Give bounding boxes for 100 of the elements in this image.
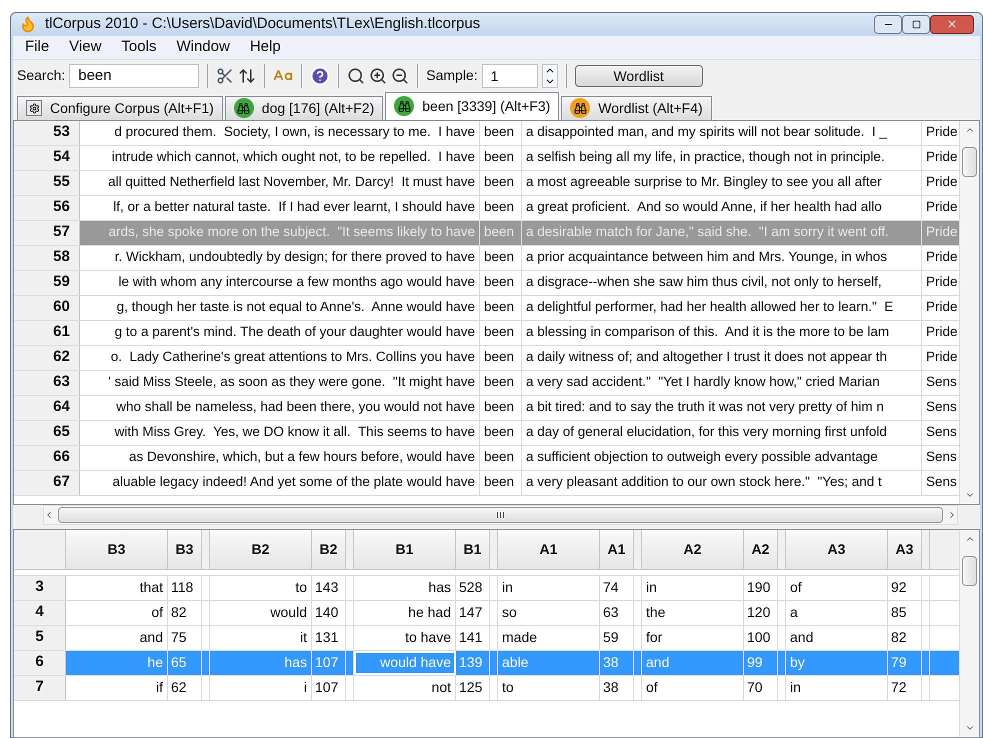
maximize-button[interactable] (902, 14, 930, 34)
collocation-row[interactable]: 3 that 118 to 143 has 528 in 74 in 190 of 92 (14, 576, 959, 600)
scroll-thumb[interactable] (58, 506, 943, 522)
count-cell: 63 (600, 600, 634, 624)
left-context-cell: ' said Miss Steele, as soon as they were gone. "It might have (80, 370, 480, 394)
word-cell: would (210, 600, 312, 624)
tab[interactable]: been [3339] (Alt+F3) (385, 92, 560, 120)
source-cell-text: Sens (925, 373, 958, 392)
word-cell: and (66, 626, 168, 650)
left-context-cell: with Miss Grey. Yes, we DO know it all. This seems to have (80, 420, 480, 444)
horizontal-scrollbar[interactable] (43, 504, 958, 524)
right-context-cell: a bit tired: and to say the truth it was not very pretty of him n (522, 396, 922, 420)
concordance-row[interactable]: 59 le with whom any intercourse a few months ago would have been a disgrace--when she saw him thus civil, not only to herself, Pride (14, 270, 959, 296)
concordance-row[interactable]: 58 r. Wickham, undoubtedly by design; for there proved to have been a prior acquaintance between him and Mrs. Younge, in whos Pride (14, 246, 959, 270)
sample-label: Sample: (426, 66, 478, 85)
concordance-row[interactable]: 53 d procured them. Society, I own, is necessary to me. I have been a disappointed man, and my spirits will not bear solitude. I _ Pride (14, 120, 959, 146)
concordance-row[interactable]: 62 o. Lady Catherine's great attentions to Mrs. Collins you have been a daily witness of; and altogether I trust it does not appear th Pride (14, 346, 959, 370)
concordance-row[interactable]: 57 ards, she spoke more on the subject. "It seems likely to have been a desirable match for Jane," said she. "I am sorry it went off. Pride (14, 220, 959, 246)
help-icon[interactable] (310, 66, 330, 86)
menu-item[interactable]: Help (242, 36, 289, 58)
scissors-icon[interactable] (216, 66, 234, 84)
column-header[interactable]: B2 (210, 530, 312, 568)
column-header[interactable]: A2 (642, 530, 744, 568)
row-number: 63 (44, 370, 80, 394)
source-cell-text: Sens (925, 423, 958, 442)
count-cell: 125 (456, 676, 490, 700)
row-number: 3 (14, 576, 66, 600)
column-header[interactable]: A3 (888, 530, 922, 568)
collocation-row[interactable]: 6 he 65 has 107 would have 139 able 38 and 99 by 79 (14, 650, 959, 676)
row-number: 59 (44, 270, 80, 294)
menu-item[interactable]: Tools (113, 36, 164, 58)
search-icon[interactable] (347, 66, 366, 84)
up-down-arrows-icon[interactable] (238, 66, 256, 84)
menu-item[interactable]: File (17, 36, 58, 58)
zoom-in-icon[interactable] (369, 66, 388, 84)
scroll-thumb[interactable] (962, 146, 977, 176)
concordance-row[interactable]: 56 lf, or a better natural taste. If I had ever learnt, I should have been a great proficient. And so would Anne, if her health had allo Pride (14, 196, 959, 220)
count-cell: 38 (600, 650, 634, 674)
column-header[interactable]: A2 (744, 530, 778, 568)
concordance-row[interactable]: 61 g to a parent's mind. The death of your daughter would have been a blessing in comparison of this. And it is the more to be lam Pride (14, 320, 959, 346)
sample-field[interactable]: 1 (482, 64, 538, 88)
word-cell: in (786, 676, 888, 700)
tab[interactable]: Wordlist (Alt+F4) (561, 96, 712, 120)
column-header[interactable]: B3 (66, 530, 168, 568)
concordance-row[interactable]: 64 who shall be nameless, had been there, you would not have been a bit tired: and to say the truth it was not very pretty of him n Sens (14, 396, 959, 420)
close-button[interactable] (930, 14, 974, 34)
collocation-row[interactable]: 5 and 75 it 131 to have 141 made 59 for 100 and 82 (14, 626, 959, 650)
column-header[interactable]: B3 (168, 530, 202, 568)
binoculars-icon (394, 96, 414, 116)
collocation-row[interactable]: 7 if 62 i 107 not 125 to 38 of 70 in 72 (14, 676, 959, 700)
zoom-out-icon[interactable] (391, 66, 410, 84)
count-cell: 140 (312, 600, 346, 624)
column-header[interactable]: A1 (498, 530, 600, 568)
count-cell: 99 (744, 650, 778, 674)
source-cell-text: Pride (925, 248, 959, 266)
word-cell: in (642, 576, 744, 600)
tab-label: been [3339] (Alt+F3) (422, 96, 550, 116)
word-cell: to (498, 676, 600, 700)
count-cell: 107 (312, 650, 346, 674)
word-cell: to have (354, 626, 456, 650)
concordance-row[interactable]: 65 with Miss Grey. Yes, we DO know it all. This seems to have been a day of general elucidation, for this very morning first unfold Sens (14, 420, 959, 446)
scroll-thumb[interactable] (962, 556, 977, 586)
tab[interactable]: Configure Corpus (Alt+F1) (17, 96, 223, 120)
collocation-row[interactable]: 4 of 82 would 140 he had 147 so 63 the 120 a 85 (14, 600, 959, 626)
column-header[interactable]: B2 (312, 530, 346, 568)
concordance-row[interactable]: 63 ' said Miss Steele, as soon as they were gone. "It might have been a very sad accident." "Yet I hardly know how," cried Marian Sens (14, 370, 959, 396)
concordance-row[interactable]: 67 aluable legacy indeed! And yet some of the plate would have been a very pleasant addition to our own stock here." "Yes; and t Sens (14, 470, 959, 496)
vertical-scrollbar[interactable] (959, 530, 979, 736)
source-cell-text: Sens (925, 473, 958, 492)
flame-icon (19, 15, 37, 34)
concordance-row[interactable]: 60 g, though her taste is not equal to Anne's. Anne would have been a delightful performer, had her health allowed her to learn." E Pride (14, 296, 959, 320)
column-header[interactable]: A1 (600, 530, 634, 568)
keyword-cell: been (480, 146, 522, 170)
menu-item[interactable]: Window (168, 36, 238, 58)
left-context-cell: o. Lady Catherine's great attentions to Mrs. Collins you have (80, 346, 480, 370)
source-cell-text: Pride (925, 173, 959, 192)
close-icon (946, 18, 958, 30)
count-cell: 141 (456, 626, 490, 650)
search-field[interactable]: been (69, 64, 200, 88)
row-number: 5 (14, 626, 66, 650)
column-header[interactable]: A3 (786, 530, 888, 568)
menu-item[interactable]: View (61, 36, 110, 58)
right-context-cell: a most agreeable surprise to Mr. Bingley to see you all after (522, 170, 922, 194)
column-header[interactable]: B1 (354, 530, 456, 568)
concordance-row[interactable]: 66 as Devonshire, which, but a few hours before, would have been a sufficient objection to outweigh every possible advantage Sens (14, 446, 959, 470)
tab[interactable]: dog [176] (Alt+F2) (224, 96, 384, 120)
right-context-cell: a disgrace--when she saw him thus civil, not only to herself, (522, 270, 922, 294)
keyword-cell: been (480, 470, 522, 494)
column-header[interactable]: B1 (456, 530, 490, 568)
vertical-scrollbar[interactable] (959, 120, 979, 504)
wordlist-button[interactable]: Wordlist (574, 64, 703, 86)
concordance-row[interactable]: 55 all quitted Netherfield last November, Mr. Darcy! It must have been a most agreeable surprise to Mr. Bingley to see you all after Pride (14, 170, 959, 196)
spinner[interactable] (542, 64, 558, 88)
concordance-row[interactable]: 54 intrude which cannot, which ought not, to be repelled. I have been a selfish being all my life, in practice, though not in principle. Pride (14, 146, 959, 170)
left-context-cell: ards, she spoke more on the subject. "It seems likely to have (80, 220, 480, 244)
right-context-cell: a very sad accident." "Yet I hardly know how," cried Marian (522, 370, 922, 394)
left-context-cell: g, though her taste is not equal to Anne's. Anne would have (80, 296, 480, 320)
left-context-cell: lf, or a better natural taste. If I had ever learnt, I should have (80, 196, 480, 220)
right-context-cell: a day of general elucidation, for this very morning first unfold (522, 420, 922, 444)
left-context-cell: r. Wickham, undoubtedly by design; for there proved to have (80, 246, 480, 270)
